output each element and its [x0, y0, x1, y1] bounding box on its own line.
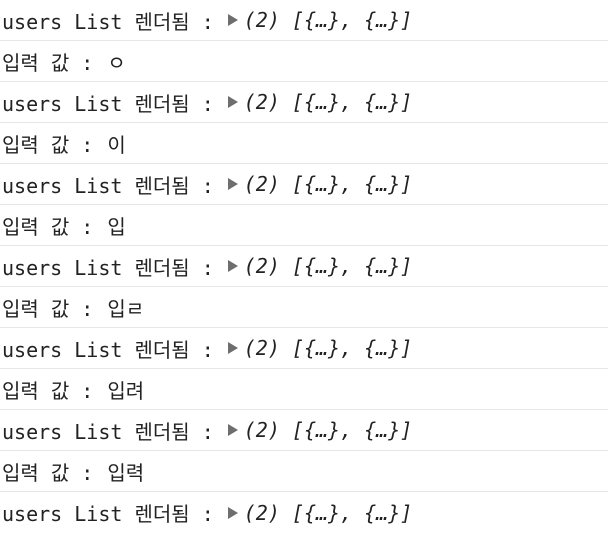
input-value: 입려	[107, 378, 145, 403]
input-value: ㅇ	[107, 50, 126, 75]
console-log-line: 입력 값 : 이	[0, 123, 608, 164]
log-message: users List 렌더됨 :	[2, 9, 214, 34]
log-message: 입력 값 :	[2, 132, 94, 157]
array-preview[interactable]: (2) [{…}, {…}]	[227, 336, 413, 360]
log-message: 입력 값 :	[2, 214, 94, 239]
console-log-line: users List 렌더됨 : (2) [{…}, {…}]	[0, 246, 608, 287]
expand-triangle-icon[interactable]	[227, 342, 238, 354]
expand-triangle-icon[interactable]	[227, 424, 238, 436]
input-value: 입	[107, 214, 126, 239]
expand-triangle-icon[interactable]	[227, 260, 238, 272]
log-message: users List 렌더됨 :	[2, 419, 214, 444]
array-preview[interactable]: (2) [{…}, {…}]	[227, 254, 413, 278]
array-preview[interactable]: (2) [{…}, {…}]	[227, 500, 413, 525]
log-message: 입력 값 :	[2, 296, 94, 321]
array-preview[interactable]: (2) [{…}, {…}]	[227, 172, 413, 196]
log-message: users List 렌더됨 :	[2, 337, 214, 362]
expand-triangle-icon[interactable]	[227, 506, 238, 519]
array-preview[interactable]: (2) [{…}, {…}]	[227, 90, 413, 114]
expand-triangle-icon[interactable]	[227, 96, 238, 108]
log-message: 입력 값 :	[2, 50, 94, 75]
console-log-line: users List 렌더됨 : (2) [{…}, {…}]	[0, 82, 608, 123]
console-log-line: 입력 값 : 입력	[0, 451, 608, 492]
log-message: 입력 값 :	[2, 378, 94, 403]
console-log-line: 입력 값 : 입려	[0, 369, 608, 410]
console-log-line: users List 렌더됨 : (2) [{…}, {…}]	[0, 410, 608, 451]
array-preview-text: (2) [{…}, {…}]	[243, 418, 413, 442]
console-log-line: 입력 값 : 입	[0, 205, 608, 246]
expand-triangle-icon[interactable]	[227, 178, 238, 190]
log-message: users List 렌더됨 :	[2, 502, 214, 526]
array-preview-text: (2) [{…}, {…}]	[243, 500, 413, 525]
array-preview[interactable]: (2) [{…}, {…}]	[227, 418, 413, 442]
console-log-line: users List 렌더됨 : (2) [{…}, {…}]	[0, 164, 608, 205]
console-log-line: users List 렌더됨 : (2) [{…}, {…}]	[0, 492, 608, 533]
log-message: users List 렌더됨 :	[2, 173, 214, 198]
console-log-line: 입력 값 : ㅇ	[0, 41, 608, 82]
array-preview-text: (2) [{…}, {…}]	[243, 254, 413, 278]
input-value: 이	[107, 132, 126, 157]
log-message: users List 렌더됨 :	[2, 91, 214, 116]
array-preview-text: (2) [{…}, {…}]	[243, 336, 413, 360]
console-log-line: users List 렌더됨 : (2) [{…}, {…}]	[0, 0, 608, 41]
array-preview[interactable]: (2) [{…}, {…}]	[227, 8, 413, 32]
array-preview-text: (2) [{…}, {…}]	[243, 90, 413, 114]
console-log-line: 입력 값 : 입ㄹ	[0, 287, 608, 328]
log-message: users List 렌더됨 :	[2, 255, 214, 280]
input-value: 입ㄹ	[107, 296, 145, 321]
console-log-line: users List 렌더됨 : (2) [{…}, {…}]	[0, 328, 608, 369]
array-preview-text: (2) [{…}, {…}]	[243, 172, 413, 196]
input-value: 입력	[107, 460, 145, 485]
array-preview-text: (2) [{…}, {…}]	[243, 8, 413, 32]
log-message: 입력 값 :	[2, 460, 94, 485]
console-log-panel: users List 렌더됨 : (2) [{…}, {…}] 입력 값 : ㅇ…	[0, 0, 608, 533]
expand-triangle-icon[interactable]	[227, 14, 238, 26]
